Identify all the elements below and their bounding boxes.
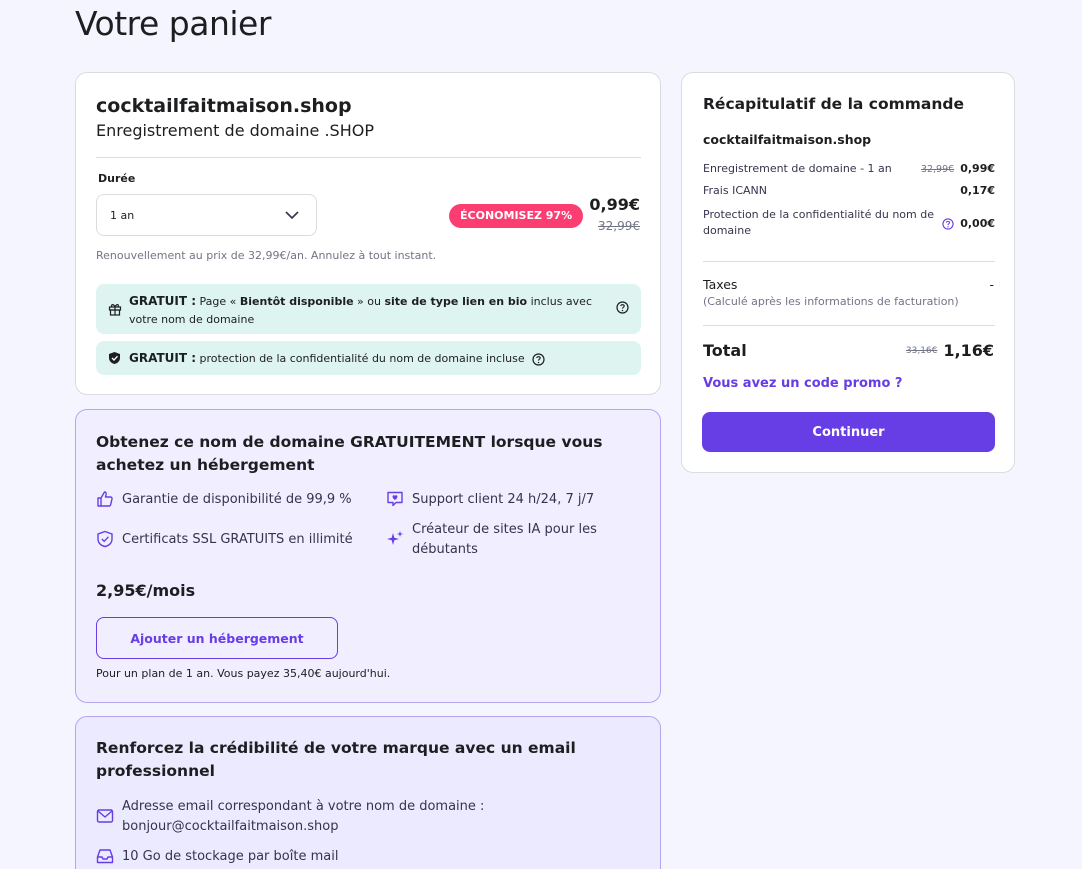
add-hosting-button[interactable]: Ajouter un hébergement xyxy=(96,617,338,659)
email-upsell-card: Renforcez la crédibilité de votre marque… xyxy=(75,716,661,869)
gift-icon xyxy=(108,304,122,316)
duration-select[interactable]: 1 an xyxy=(96,194,317,236)
summary-domain: cocktailfaitmaison.shop xyxy=(703,132,872,147)
help-icon[interactable] xyxy=(616,301,629,314)
divider xyxy=(96,157,641,158)
order-summary-card: Récapitulatif de la commande cocktailfai… xyxy=(681,72,1015,473)
mail-icon xyxy=(96,809,114,823)
domain-name: cocktailfaitmaison.shop xyxy=(96,95,352,117)
hosting-title: Obtenez ce nom de domaine GRATUITEMENT l… xyxy=(96,433,603,474)
duration-value: 1 an xyxy=(110,209,135,222)
taxes-value: - xyxy=(989,277,994,292)
chevron-down-icon xyxy=(285,211,299,220)
shield-check-icon xyxy=(97,530,113,548)
free-page-note: GRATUIT : Page « Bientôt disponible » ou… xyxy=(96,284,641,334)
divider xyxy=(703,261,995,262)
renewal-info: Renouvellement au prix de 32,99€/an. Ann… xyxy=(96,249,437,262)
divider xyxy=(703,325,995,326)
domain-card: cocktailfaitmaison.shop Enregistrement d… xyxy=(75,72,661,395)
taxes-subtext: (Calculé après les informations de factu… xyxy=(703,295,959,308)
taxes-label: Taxes xyxy=(703,277,738,292)
duration-label: Durée xyxy=(98,172,136,185)
price-old: 32,99€ xyxy=(598,219,640,233)
inbox-icon xyxy=(96,849,114,864)
thumbs-up-icon xyxy=(97,491,113,507)
privacy-note: GRATUIT : protection de la confidentiali… xyxy=(96,341,641,375)
page-title: Votre panier xyxy=(75,4,271,43)
help-icon[interactable] xyxy=(942,218,954,230)
free-page-text: GRATUIT : Page « Bientôt disponible » ou… xyxy=(129,294,592,326)
shield-icon xyxy=(109,352,120,364)
help-icon[interactable] xyxy=(532,352,545,366)
email-title: Renforcez la crédibilité de votre marque… xyxy=(96,739,576,780)
sparkles-icon xyxy=(387,531,403,545)
save-badge: ÉCONOMISEZ 97% xyxy=(449,204,584,228)
hosting-price: 2,95€/mois xyxy=(96,581,196,600)
domain-subtitle: Enregistrement de domaine .SHOP xyxy=(96,121,374,140)
support-chat-icon xyxy=(387,491,403,507)
summary-title: Récapitulatif de la commande xyxy=(703,95,964,113)
hosting-upsell-card: Obtenez ce nom de domaine GRATUITEMENT l… xyxy=(75,409,661,703)
privacy-text: GRATUIT : protection de la confidentiali… xyxy=(129,349,609,368)
price-now: 0,99€ xyxy=(589,195,640,214)
continue-button[interactable]: Continuer xyxy=(702,412,995,452)
total-label: Total xyxy=(703,341,747,360)
promo-code-link[interactable]: Vous avez un code promo ? xyxy=(703,376,902,391)
total-value: 33,16€ 1,16€ xyxy=(905,341,994,360)
summary-row: Protection de la confidentialité du nom … xyxy=(703,208,995,237)
hosting-note: Pour un plan de 1 an. Vous payez 35,40€ … xyxy=(96,667,391,680)
